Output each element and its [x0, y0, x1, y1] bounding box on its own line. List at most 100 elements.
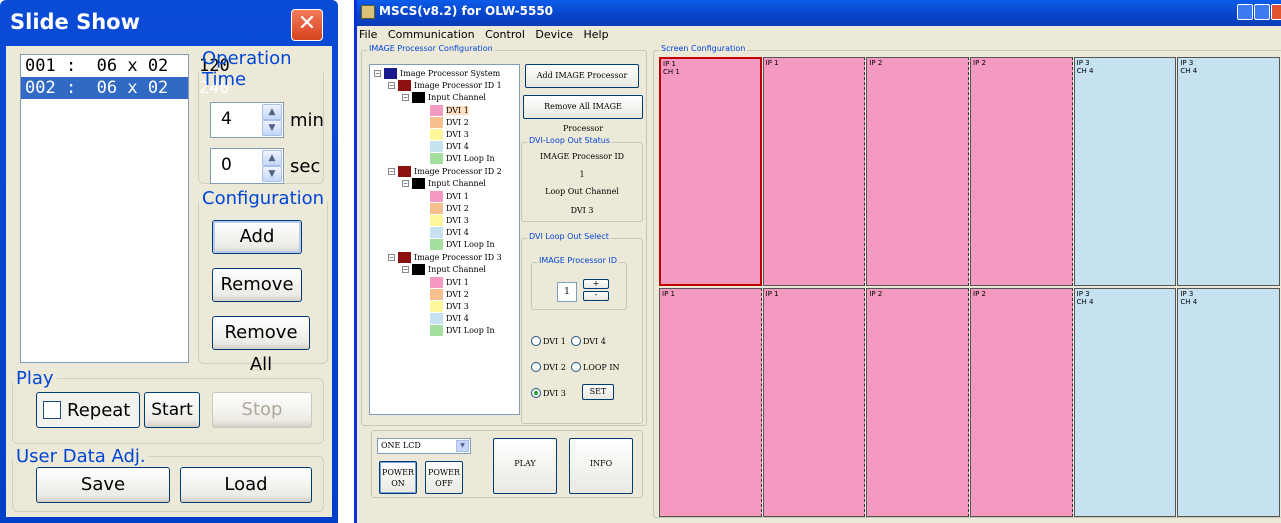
save-button[interactable]: Save	[36, 467, 170, 503]
operation-time-legend: Operation Time	[202, 48, 292, 90]
radio-dvi-4[interactable]: DVI 4	[571, 336, 606, 346]
tree-input-channel[interactable]: − Input Channel	[402, 92, 486, 103]
remove-all-button[interactable]: Remove All	[212, 316, 310, 375]
spin-down-icon[interactable]: ▼	[262, 120, 282, 136]
tree-dvi-3[interactable]: DVI 3	[430, 301, 469, 312]
remove-all-image-processor-button[interactable]: Remove All IMAGE Processor	[523, 95, 643, 133]
menu-control[interactable]: Control	[485, 28, 525, 41]
tree-dvi-1[interactable]: DVI 1	[430, 277, 469, 288]
screen-cell[interactable]: IP 2	[970, 57, 1073, 286]
screen-cell[interactable]: IP 2	[866, 57, 969, 286]
screen-cell-ip: IP 1	[663, 60, 676, 68]
screen-cell[interactable]: IP 1	[762, 57, 866, 286]
screen-cell-ip: IP 1	[662, 290, 675, 298]
screen-cell-channel: CH 4	[1180, 298, 1198, 306]
decrement-button[interactable]: -	[583, 291, 609, 301]
radio-dvi-3[interactable]: DVI 3	[531, 388, 566, 398]
ip-configuration-legend: IMAGE Processor Configuration	[367, 44, 495, 53]
tree-dvi-2[interactable]: DVI 2	[430, 289, 469, 300]
tree-dvi-4[interactable]: DVI 4	[430, 313, 469, 324]
tree-root[interactable]: − Image Processor System	[374, 68, 500, 79]
ip-id-value[interactable]: 1	[557, 282, 577, 302]
tree-dvi-2[interactable]: DVI 2	[430, 203, 469, 214]
screen-cell[interactable]: IP 1 CH 1	[659, 57, 762, 286]
minutes-spinner[interactable]: 4 ▲ ▼	[210, 102, 284, 138]
minutes-value[interactable]: 4	[221, 109, 232, 129]
screen-cell[interactable]: IP 3 CH 4	[1073, 288, 1177, 517]
stop-button[interactable]: Stop	[212, 392, 312, 428]
loop-status-channel-label: Loop Out Channel	[545, 187, 619, 196]
screen-cell[interactable]: IP 1	[762, 288, 866, 517]
processor-tree[interactable]: − Image Processor System − Image Processor…	[369, 64, 520, 415]
tree-dvi-1[interactable]: DVI 1	[430, 191, 469, 202]
tree-input-channel[interactable]: − Input Channel	[402, 264, 486, 275]
spin-up-icon[interactable]: ▲	[262, 150, 282, 166]
seconds-value[interactable]: 0	[221, 155, 232, 175]
add-image-processor-button[interactable]: Add IMAGE Processor	[525, 64, 639, 88]
screen-cell-ip: IP 2	[973, 59, 986, 67]
close-icon[interactable]	[1271, 4, 1281, 20]
increment-button[interactable]: +	[583, 279, 609, 289]
repeat-checkbox[interactable]	[43, 401, 61, 419]
screen-cell-ip: IP 3	[1180, 290, 1194, 298]
seconds-spinner[interactable]: 0 ▲ ▼	[210, 148, 284, 184]
spin-up-icon[interactable]: ▲	[262, 104, 282, 120]
screen-cell[interactable]: IP 3 CH 4	[1177, 57, 1280, 286]
screen-cell-channel: CH 4	[1076, 67, 1094, 75]
chevron-down-icon[interactable]: ▼	[456, 440, 469, 452]
screen-cell[interactable]: IP 3 CH 4	[1177, 288, 1280, 517]
playlist-item[interactable]: 002 : 06 x 02 240	[21, 77, 230, 99]
maximize-icon[interactable]	[1254, 4, 1270, 20]
tree-dvi-loop-in[interactable]: DVI Loop In	[430, 153, 495, 164]
tree-dvi-loop-in[interactable]: DVI Loop In	[430, 239, 495, 250]
add-button[interactable]: Add	[212, 220, 302, 254]
tree-processor-3[interactable]: − Image Processor ID 3	[388, 252, 502, 263]
screen-cell[interactable]: IP 2	[866, 288, 969, 517]
tree-processor-1[interactable]: − Image Processor ID 1	[388, 80, 502, 91]
menu-help[interactable]: Help	[584, 28, 609, 41]
playlist-item[interactable]: 001 : 06 x 02 120	[21, 55, 230, 77]
tree-dvi-3[interactable]: DVI 3	[430, 129, 469, 140]
minimize-icon[interactable]	[1237, 4, 1253, 20]
tree-dvi-3[interactable]: DVI 3	[430, 215, 469, 226]
tree-input-channel[interactable]: − Input Channel	[402, 178, 486, 189]
tree-dvi-loop-in[interactable]: DVI Loop In	[430, 325, 495, 336]
power-on-button[interactable]: POWER ON	[379, 461, 417, 494]
radio-dvi-2[interactable]: DVI 2	[531, 362, 566, 372]
radio-dvi-1[interactable]: DVI 1	[531, 336, 566, 346]
repeat-toggle[interactable]: Repeat	[36, 392, 140, 428]
tree-dvi-4[interactable]: DVI 4	[430, 227, 469, 238]
screen-cell[interactable]: IP 3 CH 4	[1073, 57, 1177, 286]
repeat-label: Repeat	[67, 400, 131, 421]
mscs-title: MSCS(v8.2) for OLW-5550	[379, 4, 554, 18]
radio-loop-in[interactable]: LOOP IN	[571, 362, 620, 372]
menu-device[interactable]: Device	[535, 28, 573, 41]
info-button[interactable]: INFO	[569, 438, 633, 494]
loop-status-channel-value: DVI 3	[570, 206, 594, 215]
load-button[interactable]: Load	[180, 467, 312, 503]
lcd-select[interactable]: ONE LCD ▼	[377, 438, 471, 454]
configuration-legend: Configuration	[202, 188, 325, 209]
screen-cell-ip: IP 3	[1076, 290, 1090, 298]
set-button[interactable]: SET	[582, 384, 614, 400]
ip-id-select-legend: IMAGE Processor ID	[537, 256, 619, 265]
close-icon[interactable]: ✕	[291, 9, 323, 41]
tree-dvi-1[interactable]: DVI 1	[430, 105, 469, 116]
remove-button[interactable]: Remove	[212, 268, 302, 302]
menu-file[interactable]: File	[359, 28, 377, 41]
screen-cell[interactable]: IP 2	[970, 288, 1073, 517]
screen-cell-ip: IP 1	[765, 290, 779, 298]
play-button[interactable]: PLAY	[493, 438, 557, 494]
menu-communication[interactable]: Communication	[388, 28, 475, 41]
start-button[interactable]: Start	[144, 392, 200, 428]
tree-processor-2[interactable]: − Image Processor ID 2	[388, 166, 502, 177]
ip-id-select-group: IMAGE Processor ID	[531, 256, 627, 310]
loop-status-ip-label: IMAGE Processor ID	[539, 152, 625, 161]
lcd-select-value: ONE LCD	[381, 441, 421, 450]
playlist-listbox[interactable]: 001 : 06 x 02 120 002 : 06 x 02 240	[20, 54, 230, 363]
tree-dvi-2[interactable]: DVI 2	[430, 117, 469, 128]
screen-cell[interactable]: IP 1	[659, 288, 762, 517]
tree-dvi-4[interactable]: DVI 4	[430, 141, 469, 152]
spin-down-icon[interactable]: ▼	[262, 166, 282, 182]
power-off-button[interactable]: POWER OFF	[425, 461, 463, 494]
